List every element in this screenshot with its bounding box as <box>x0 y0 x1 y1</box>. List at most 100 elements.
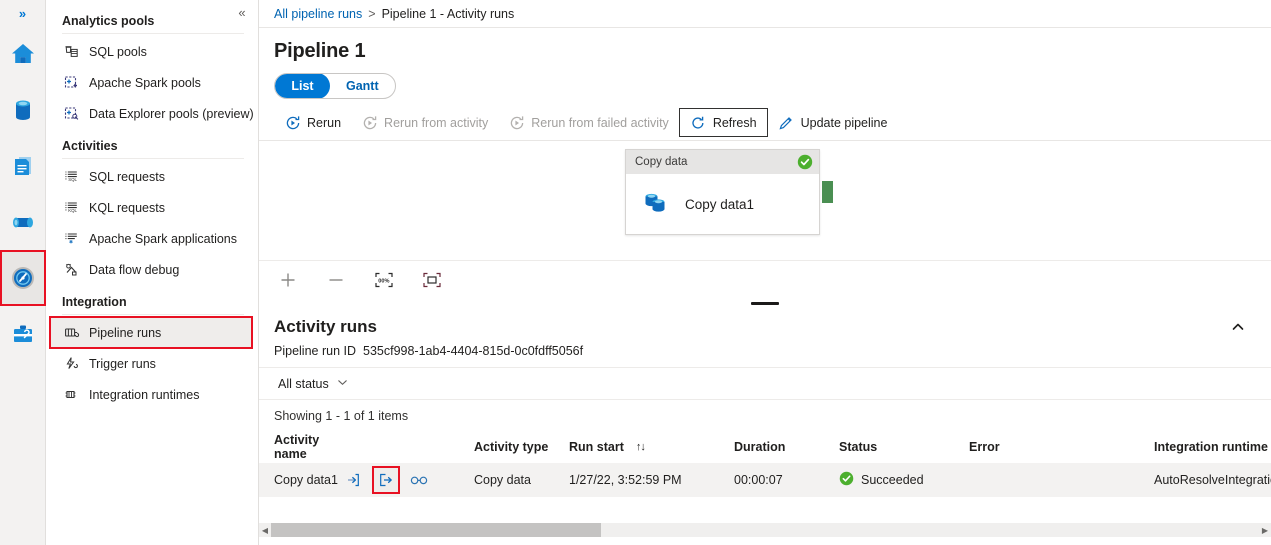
column-header-run-start[interactable]: Run start ↑↓ <box>569 440 734 454</box>
rerun-from-failed-activity-button[interactable]: Rerun from failed activity <box>498 109 679 137</box>
table-row[interactable]: Copy data1 Copy data 1/27/22, 3:52:59 PM… <box>259 463 1271 497</box>
data-explorer-pools-icon <box>62 105 80 123</box>
rail-item-home[interactable] <box>0 26 46 82</box>
sidebar-item-label: Pipeline runs <box>89 325 162 340</box>
tab-gantt[interactable]: Gantt <box>330 74 395 98</box>
pencil-icon <box>778 114 795 131</box>
sidebar-item-label: SQL pools <box>89 44 147 59</box>
home-icon <box>10 41 36 67</box>
status-badge: Succeeded <box>861 473 924 487</box>
rail-expand-icon[interactable]: » <box>0 0 46 26</box>
chevron-down-icon <box>337 377 348 391</box>
input-details-icon[interactable] <box>344 471 362 489</box>
scrollbar-track[interactable] <box>271 523 1259 537</box>
refresh-icon <box>690 114 707 131</box>
horizontal-scrollbar[interactable]: ◀ ▶ <box>259 523 1271 537</box>
sidebar-group-analytics-pools: Analytics pools <box>62 14 155 28</box>
column-header-duration[interactable]: Duration <box>734 440 839 454</box>
splitter-bar <box>751 301 779 305</box>
showing-count: Showing 1 - 1 of 1 items <box>274 409 409 423</box>
sort-icon[interactable]: ↑↓ <box>636 441 646 453</box>
pipeline-run-id-value: 535cf998-1ab4-4404-815d-0c0fdff5056f <box>363 344 584 358</box>
scroll-right-arrow-icon[interactable]: ▶ <box>1259 526 1271 535</box>
panel-splitter-handle[interactable] <box>259 298 1271 308</box>
column-header-activity-name[interactable]: Activity name <box>274 433 344 461</box>
breadcrumb-separator: > <box>368 6 376 21</box>
refresh-label: Refresh <box>712 115 757 130</box>
rerun-from-activity-button[interactable]: Rerun from activity <box>351 109 498 137</box>
sidebar-item-kql-requests[interactable]: KQL KQL requests <box>46 192 258 223</box>
sidebar-item-integration-runtimes[interactable]: Integration runtimes <box>46 379 258 410</box>
sql-pools-icon <box>62 43 80 61</box>
sidebar-item-label: SQL requests <box>89 169 165 184</box>
node-header: Copy data <box>626 150 819 174</box>
sidebar-item-trigger-runs[interactable]: Trigger runs <box>46 348 258 379</box>
divider <box>62 158 244 159</box>
rerun-from-failed-activity-label: Rerun from failed activity <box>531 115 669 130</box>
rail-item-data[interactable] <box>0 82 46 138</box>
pipeline-canvas[interactable]: Copy data Copy data1 <box>259 141 1271 260</box>
update-pipeline-button[interactable]: Update pipeline <box>768 109 898 137</box>
cell-duration: 00:00:07 <box>734 473 783 487</box>
node-body: Copy data1 <box>626 174 819 234</box>
pipeline-icon <box>10 209 36 235</box>
node-status-success-icon <box>797 154 813 170</box>
rerun-from-failed-activity-icon <box>508 114 525 131</box>
tab-list[interactable]: List <box>275 74 330 98</box>
column-header-activity-type[interactable]: Activity type <box>474 440 569 454</box>
chevron-up-icon[interactable] <box>1227 316 1249 338</box>
scroll-left-arrow-icon[interactable]: ◀ <box>259 526 271 535</box>
rerun-button[interactable]: Rerun <box>274 109 351 137</box>
breadcrumb: All pipeline runs > Pipeline 1 - Activit… <box>259 0 1271 28</box>
fit-to-screen-icon[interactable] <box>421 269 443 291</box>
rail-item-develop[interactable] <box>0 138 46 194</box>
pipeline-runs-icon <box>62 324 80 342</box>
activity-runs-table: Activity name Activity type Run start ↑↓… <box>259 431 1271 497</box>
activity-details-glasses-icon[interactable] <box>410 471 428 489</box>
breadcrumb-all-pipeline-runs[interactable]: All pipeline runs <box>274 7 362 21</box>
sidebar-item-label: Data flow debug <box>89 262 180 277</box>
column-header-status[interactable]: Status <box>839 440 969 454</box>
sidebar-item-data-flow-debug[interactable]: Data flow debug <box>46 254 258 285</box>
sidebar-collapse-icon[interactable]: « <box>232 2 252 22</box>
pipeline-run-id: Pipeline run ID 535cf998-1ab4-4404-815d-… <box>259 340 1271 367</box>
zoom-to-percent-icon[interactable]: 00% <box>373 269 395 291</box>
node-name-label: Copy data1 <box>685 196 755 212</box>
sidebar-item-label: Integration runtimes <box>89 387 200 402</box>
cell-row-actions <box>344 466 474 494</box>
column-header-integration-runtime[interactable]: Integration runtime <box>1154 440 1271 454</box>
activity-runs-header: Activity runs <box>259 308 1271 340</box>
output-details-icon[interactable] <box>372 466 400 494</box>
svg-text:00%: 00% <box>378 278 389 284</box>
activity-node-copy-data1[interactable]: Copy data Copy data1 <box>625 149 820 235</box>
sidebar-item-label: Data Explorer pools (preview) <box>89 106 254 121</box>
monitor-gauge-icon <box>9 264 37 292</box>
rail-item-monitor[interactable] <box>0 250 46 306</box>
svg-text:KQL: KQL <box>68 208 77 213</box>
sidebar-group-integration: Integration <box>62 295 127 309</box>
node-type-label: Copy data <box>635 156 688 168</box>
left-icon-rail: » <box>0 0 46 545</box>
zoom-out-icon[interactable] <box>325 269 347 291</box>
refresh-button[interactable]: Refresh <box>678 108 768 137</box>
rail-item-integrate[interactable] <box>0 194 46 250</box>
sql-requests-icon: SQL <box>62 168 80 186</box>
cell-activity-name: Copy data1 <box>274 473 338 487</box>
zoom-in-icon[interactable] <box>277 269 299 291</box>
rerun-icon <box>284 114 301 131</box>
sidebar-item-apache-spark-applications[interactable]: Apache Spark applications <box>46 223 258 254</box>
sidebar-item-pipeline-runs[interactable]: Pipeline runs <box>49 316 253 349</box>
update-pipeline-label: Update pipeline <box>800 115 888 130</box>
scrollbar-thumb[interactable] <box>271 523 601 537</box>
sidebar-item-sql-pools[interactable]: SQL pools <box>46 36 258 67</box>
status-filter-dropdown[interactable]: All status <box>274 374 352 394</box>
sidebar-item-apache-spark-pools[interactable]: Apache Spark pools <box>46 67 258 98</box>
sidebar-item-data-explorer-pools[interactable]: Data Explorer pools (preview) <box>46 98 258 129</box>
column-header-run-start-label: Run start <box>569 440 624 454</box>
node-output-connector[interactable] <box>822 181 833 203</box>
command-bar: Rerun Rerun from activity Rerun from fai… <box>259 105 1271 141</box>
column-header-error[interactable]: Error <box>969 440 1154 454</box>
kql-requests-icon: KQL <box>62 199 80 217</box>
rail-item-manage[interactable] <box>0 306 46 362</box>
sidebar-item-sql-requests[interactable]: SQL SQL requests <box>46 161 258 192</box>
